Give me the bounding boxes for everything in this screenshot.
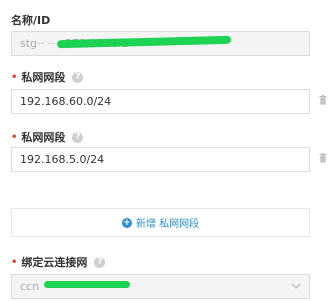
- help-icon[interactable]: ?: [72, 131, 84, 143]
- private-range-label-text: 私网网段: [21, 131, 66, 144]
- bind-network-label-text: 绑定云连接网: [21, 256, 88, 269]
- redaction-scribble: [44, 281, 130, 288]
- help-icon[interactable]: ?: [72, 71, 84, 83]
- add-private-range-button[interactable]: + 新增 私网网段: [11, 208, 310, 237]
- required-marker: •: [11, 256, 18, 268]
- private-range-input-2[interactable]: 192.168.5.0/24: [11, 147, 310, 172]
- add-private-range-label: 新增 私网网段: [135, 219, 200, 230]
- private-network-form: 名称/ID stg·· ·· ··2E2/2222-2 • 私网网段 ? 192…: [0, 0, 331, 301]
- delete-range-icon[interactable]: [319, 95, 327, 105]
- required-marker: •: [11, 131, 18, 143]
- help-icon[interactable]: ?: [94, 256, 106, 268]
- chevron-down-icon: [291, 283, 301, 289]
- private-range-value: 192.168.60.0/24: [20, 95, 112, 108]
- name-id-label-text: 名称/ID: [11, 14, 51, 27]
- private-range-value: 192.168.5.0/24: [20, 153, 105, 166]
- private-range-label-text: 私网网段: [21, 71, 66, 84]
- plus-circle-icon: +: [121, 217, 132, 228]
- private-range-input-1[interactable]: 192.168.60.0/24: [11, 89, 310, 114]
- private-range-label-1: • 私网网段 ?: [11, 69, 84, 85]
- required-marker: •: [11, 71, 18, 83]
- private-range-label-2: • 私网网段 ?: [11, 129, 84, 145]
- name-id-label: 名称/ID: [11, 12, 50, 28]
- bind-network-value: ccn: [20, 280, 40, 293]
- bind-network-label: • 绑定云连接网 ?: [11, 254, 106, 270]
- delete-range-icon[interactable]: [319, 153, 327, 163]
